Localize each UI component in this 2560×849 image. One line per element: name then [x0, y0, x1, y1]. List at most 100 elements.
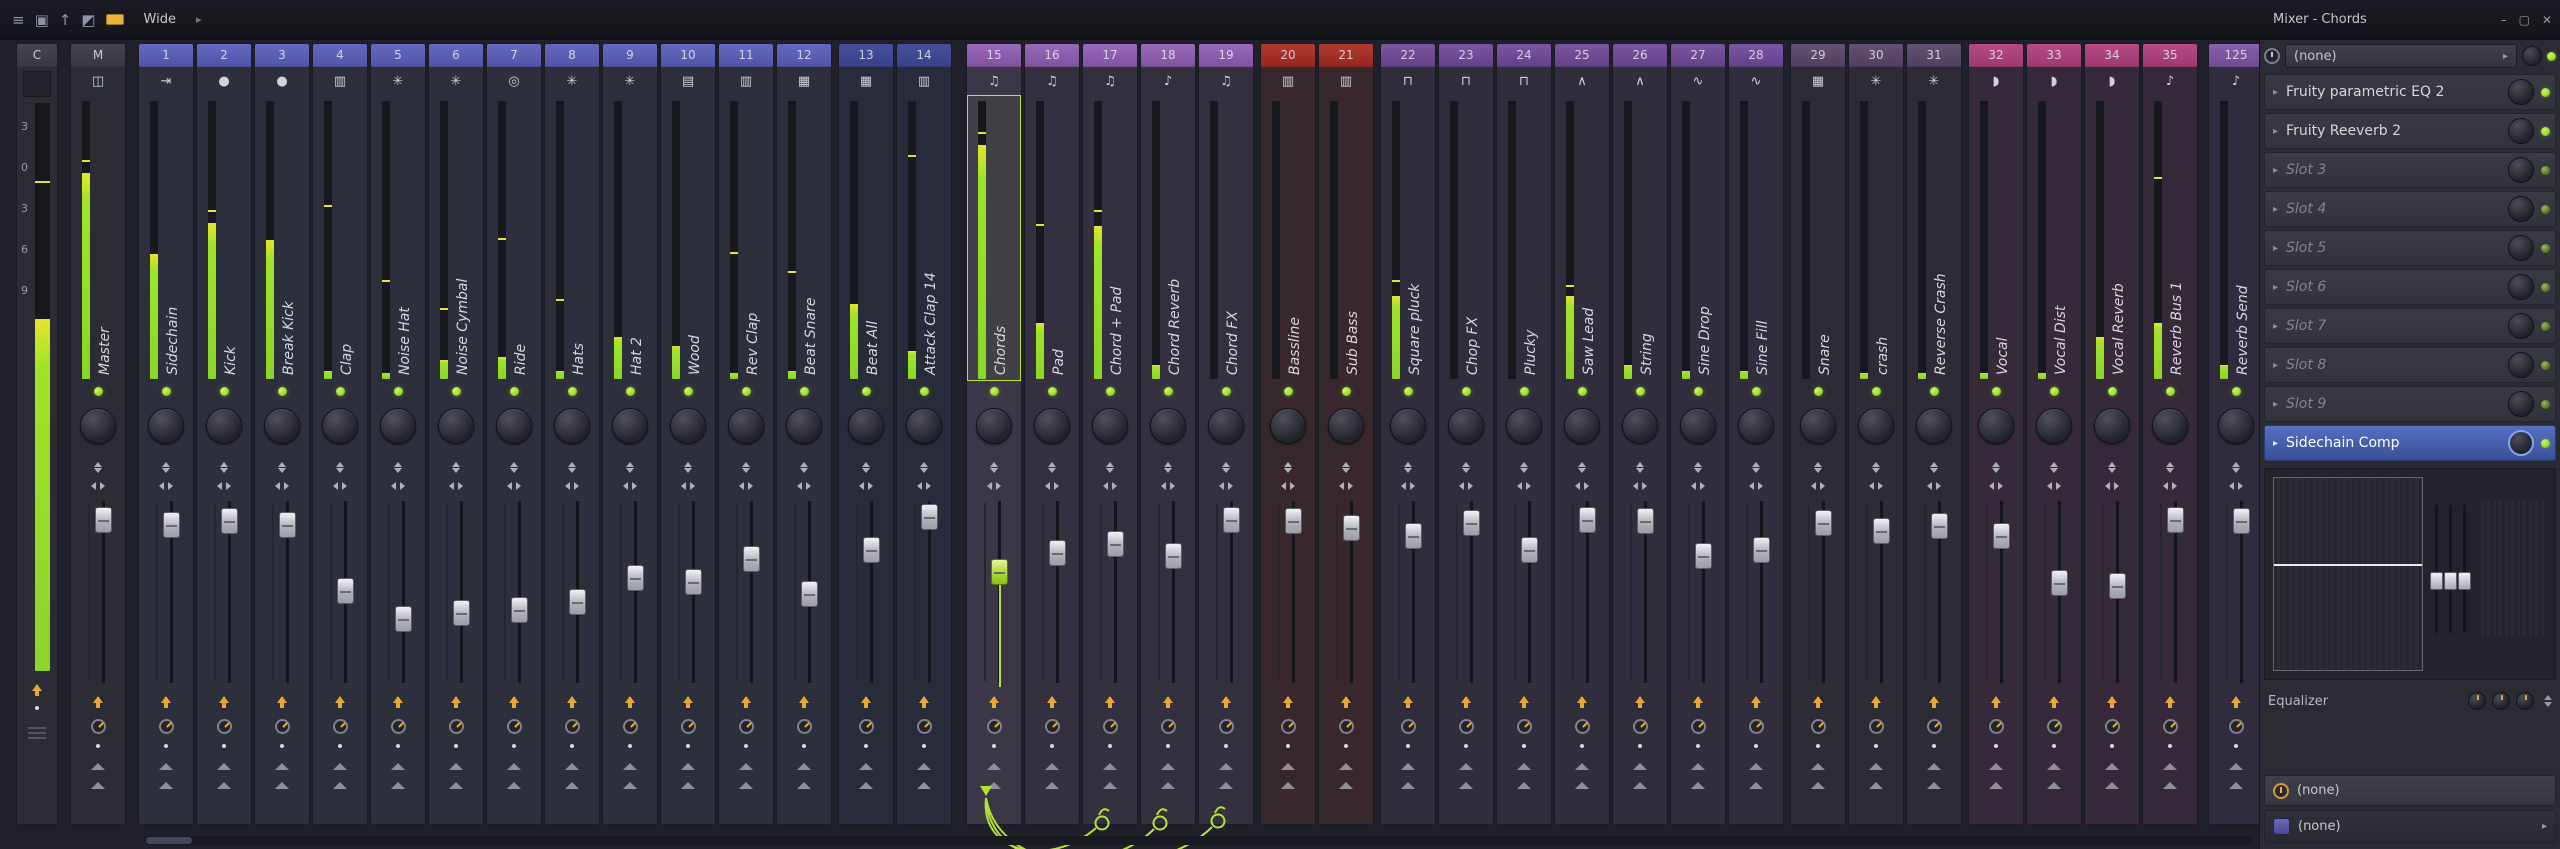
channel-number[interactable]: 15	[967, 44, 1021, 67]
channel-number[interactable]: 8	[545, 44, 599, 67]
channel-number[interactable]: 1	[139, 44, 193, 67]
route-up-arrow[interactable]	[91, 775, 105, 789]
volume-fader[interactable]	[71, 497, 125, 687]
mixer-track[interactable]: 10 ▤ Wood	[660, 43, 716, 825]
volume-fader[interactable]	[1729, 497, 1783, 687]
route-up-arrow[interactable]	[2163, 756, 2177, 770]
slot-enable-led[interactable]	[2541, 400, 2550, 409]
volume-fader[interactable]	[1083, 497, 1137, 687]
fader-handle[interactable]	[627, 565, 644, 591]
mute-led[interactable]	[2108, 387, 2117, 396]
mixer-track[interactable]: 8 ✳ Hats	[544, 43, 600, 825]
delay-dial-icon[interactable]	[333, 719, 348, 734]
pan-knob[interactable]	[1092, 408, 1128, 444]
volume-fader[interactable]	[1025, 497, 1079, 687]
fader-handle[interactable]	[1223, 507, 1240, 533]
fader-handle[interactable]	[1049, 540, 1066, 566]
fader-handle[interactable]	[1931, 513, 1948, 539]
pan-knob[interactable]	[1916, 408, 1952, 444]
stereo-separation-control[interactable]	[1462, 458, 1470, 477]
stereo-separation-control[interactable]	[862, 458, 870, 477]
volume-fader[interactable]	[487, 497, 541, 687]
pan-knob[interactable]	[1208, 408, 1244, 444]
route-up-arrow[interactable]	[565, 756, 579, 770]
mute-led[interactable]	[800, 387, 809, 396]
stereo-separation-control[interactable]	[1814, 458, 1822, 477]
mini-fader[interactable]	[2463, 505, 2466, 633]
stereo-separation-control[interactable]	[2166, 458, 2174, 477]
pan-knob[interactable]	[1448, 408, 1484, 444]
delay-dial-icon[interactable]	[1691, 719, 1706, 734]
route-up-arrow[interactable]	[1339, 756, 1353, 770]
route-up-arrow[interactable]	[623, 756, 637, 770]
delay-dial-icon[interactable]	[1459, 719, 1474, 734]
mixer-track[interactable]: 14 ▥ Attack Clap 14	[896, 43, 952, 825]
delay-dial-icon[interactable]	[217, 719, 232, 734]
send-arrow-icon[interactable]	[1105, 691, 1115, 703]
fader-handle[interactable]	[1285, 508, 1302, 534]
route-up-arrow[interactable]	[859, 756, 873, 770]
fader-handle[interactable]	[511, 597, 528, 623]
route-up-arrow[interactable]	[987, 775, 1001, 789]
mute-led[interactable]	[278, 387, 287, 396]
slot-mix-knob[interactable]	[2508, 79, 2534, 105]
stereo-separation-control[interactable]	[1520, 458, 1528, 477]
channel-number[interactable]: 5	[371, 44, 425, 67]
route-up-arrow[interactable]	[1219, 756, 1233, 770]
channel-number[interactable]: 29	[1791, 44, 1845, 67]
effect-slot[interactable]: ▸ Slot 7	[2264, 308, 2556, 344]
stereo-separation-control[interactable]	[220, 458, 228, 477]
slot-enable-led[interactable]	[2541, 88, 2550, 97]
mute-led[interactable]	[684, 387, 693, 396]
delay-dial-icon[interactable]	[739, 719, 754, 734]
pan-knob[interactable]	[496, 408, 532, 444]
stereo-separation-control[interactable]	[94, 458, 102, 477]
stereo-width-control[interactable]	[155, 482, 177, 490]
route-up-arrow[interactable]	[1517, 775, 1531, 789]
delay-dial-icon[interactable]	[859, 719, 874, 734]
stereo-width-control[interactable]	[2101, 482, 2123, 490]
pan-knob[interactable]	[906, 408, 942, 444]
volume-fader[interactable]	[2027, 497, 2081, 687]
channel-number[interactable]: 21	[1319, 44, 1373, 67]
stereo-width-control[interactable]	[2043, 482, 2065, 490]
mute-led[interactable]	[452, 387, 461, 396]
stereo-separation-control[interactable]	[2232, 458, 2240, 477]
volume-fader[interactable]	[1319, 497, 1373, 687]
slot-enable-led[interactable]	[2541, 322, 2550, 331]
mute-led[interactable]	[1814, 387, 1823, 396]
mute-led[interactable]	[2050, 387, 2059, 396]
stereo-separation-control[interactable]	[1752, 458, 1760, 477]
mixer-track[interactable]: 35 ♪ Reverb Bus 1	[2142, 43, 2198, 825]
fader-handle[interactable]	[743, 546, 760, 572]
stereo-separation-control[interactable]	[510, 458, 518, 477]
mixer-track[interactable]: 25 ∧ Saw Lead	[1554, 43, 1610, 825]
dock-icon[interactable]: ◩	[81, 11, 95, 29]
mute-led[interactable]	[1872, 387, 1881, 396]
send-arrow-icon[interactable]	[799, 691, 809, 703]
slot-mix-knob[interactable]	[2508, 118, 2534, 144]
mixer-horizontal-scrollbar[interactable]	[144, 836, 2253, 845]
mute-led[interactable]	[1342, 387, 1351, 396]
mixer-track[interactable]: 13 ▦ Beat All	[838, 43, 894, 825]
route-up-arrow[interactable]	[1869, 756, 1883, 770]
volume-fader[interactable]	[545, 497, 599, 687]
fader-handle[interactable]	[1637, 508, 1654, 534]
fader-handle[interactable]	[1343, 515, 1360, 541]
route-up-arrow[interactable]	[1161, 756, 1175, 770]
mute-led[interactable]	[862, 387, 871, 396]
mute-led[interactable]	[94, 387, 103, 396]
route-up-arrow[interactable]	[391, 756, 405, 770]
mixer-track[interactable]: 24 ⊓ Plucky	[1496, 43, 1552, 825]
stereo-width-control[interactable]	[913, 482, 935, 490]
route-up-arrow[interactable]	[797, 756, 811, 770]
fader-handle[interactable]	[1873, 518, 1890, 544]
channel-number[interactable]: 19	[1199, 44, 1253, 67]
channel-number[interactable]: 125	[2209, 44, 2259, 67]
slot-enable-led[interactable]	[2541, 205, 2550, 214]
stereo-separation-control[interactable]	[1164, 458, 1172, 477]
delay-dial-icon[interactable]	[987, 719, 1002, 734]
pan-knob[interactable]	[1328, 408, 1364, 444]
mixer-track[interactable]: 5 ✳ Noise Hat	[370, 43, 426, 825]
route-up-arrow[interactable]	[797, 775, 811, 789]
